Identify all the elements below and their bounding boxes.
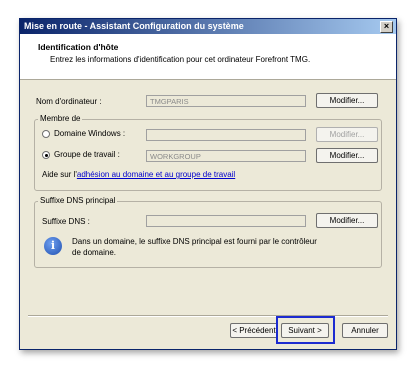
workgroup-radio[interactable] bbox=[42, 151, 50, 159]
member-group-legend: Membre de bbox=[38, 114, 83, 123]
modify-dns-button[interactable]: Modifier... bbox=[316, 213, 378, 228]
dns-group-legend: Suffixe DNS principal bbox=[38, 196, 118, 205]
info-icon: i bbox=[44, 237, 62, 255]
dns-info-text-1: Dans un domaine, le suffixe DNS principa… bbox=[72, 237, 317, 246]
close-button[interactable]: × bbox=[380, 21, 393, 33]
workgroup-label: Groupe de travail : bbox=[54, 150, 120, 159]
domain-label: Domaine Windows : bbox=[54, 129, 126, 138]
domain-radio[interactable] bbox=[42, 130, 50, 138]
dns-suffix-label: Suffixe DNS : bbox=[42, 217, 90, 226]
cancel-button[interactable]: Annuler bbox=[342, 323, 388, 338]
dns-suffix-field[interactable] bbox=[146, 215, 306, 227]
help-prefix: Aide sur l' bbox=[42, 170, 77, 179]
modify-workgroup-button[interactable]: Modifier... bbox=[316, 148, 378, 163]
help-text: Aide sur l'adhésion au domaine et au gro… bbox=[42, 170, 235, 179]
window-title: Mise en route - Assistant Configuration … bbox=[24, 21, 244, 31]
modify-domain-button[interactable]: Modifier... bbox=[316, 127, 378, 142]
modify-computer-name-button[interactable]: Modifier... bbox=[316, 93, 378, 108]
page-subtitle: Entrez les informations d'identification… bbox=[50, 55, 311, 64]
back-button[interactable]: < Précédent bbox=[230, 323, 278, 338]
next-button-highlight bbox=[276, 316, 335, 344]
dns-group bbox=[34, 201, 382, 268]
computer-name-field: TMGPARIS bbox=[146, 95, 306, 107]
dns-info-text-2: de domaine. bbox=[72, 248, 117, 257]
wizard-window: Mise en route - Assistant Configuration … bbox=[19, 18, 397, 350]
page-title: Identification d'hôte bbox=[38, 42, 119, 52]
domain-workgroup-help-link[interactable]: adhésion au domaine et au groupe de trav… bbox=[77, 170, 235, 179]
computer-name-label: Nom d'ordinateur : bbox=[36, 97, 102, 106]
workgroup-field: WORKGROUP bbox=[146, 150, 306, 162]
title-bar: Mise en route - Assistant Configuration … bbox=[20, 19, 396, 34]
wizard-header: Identification d'hôte Entrez les informa… bbox=[20, 34, 396, 80]
domain-field[interactable] bbox=[146, 129, 306, 141]
